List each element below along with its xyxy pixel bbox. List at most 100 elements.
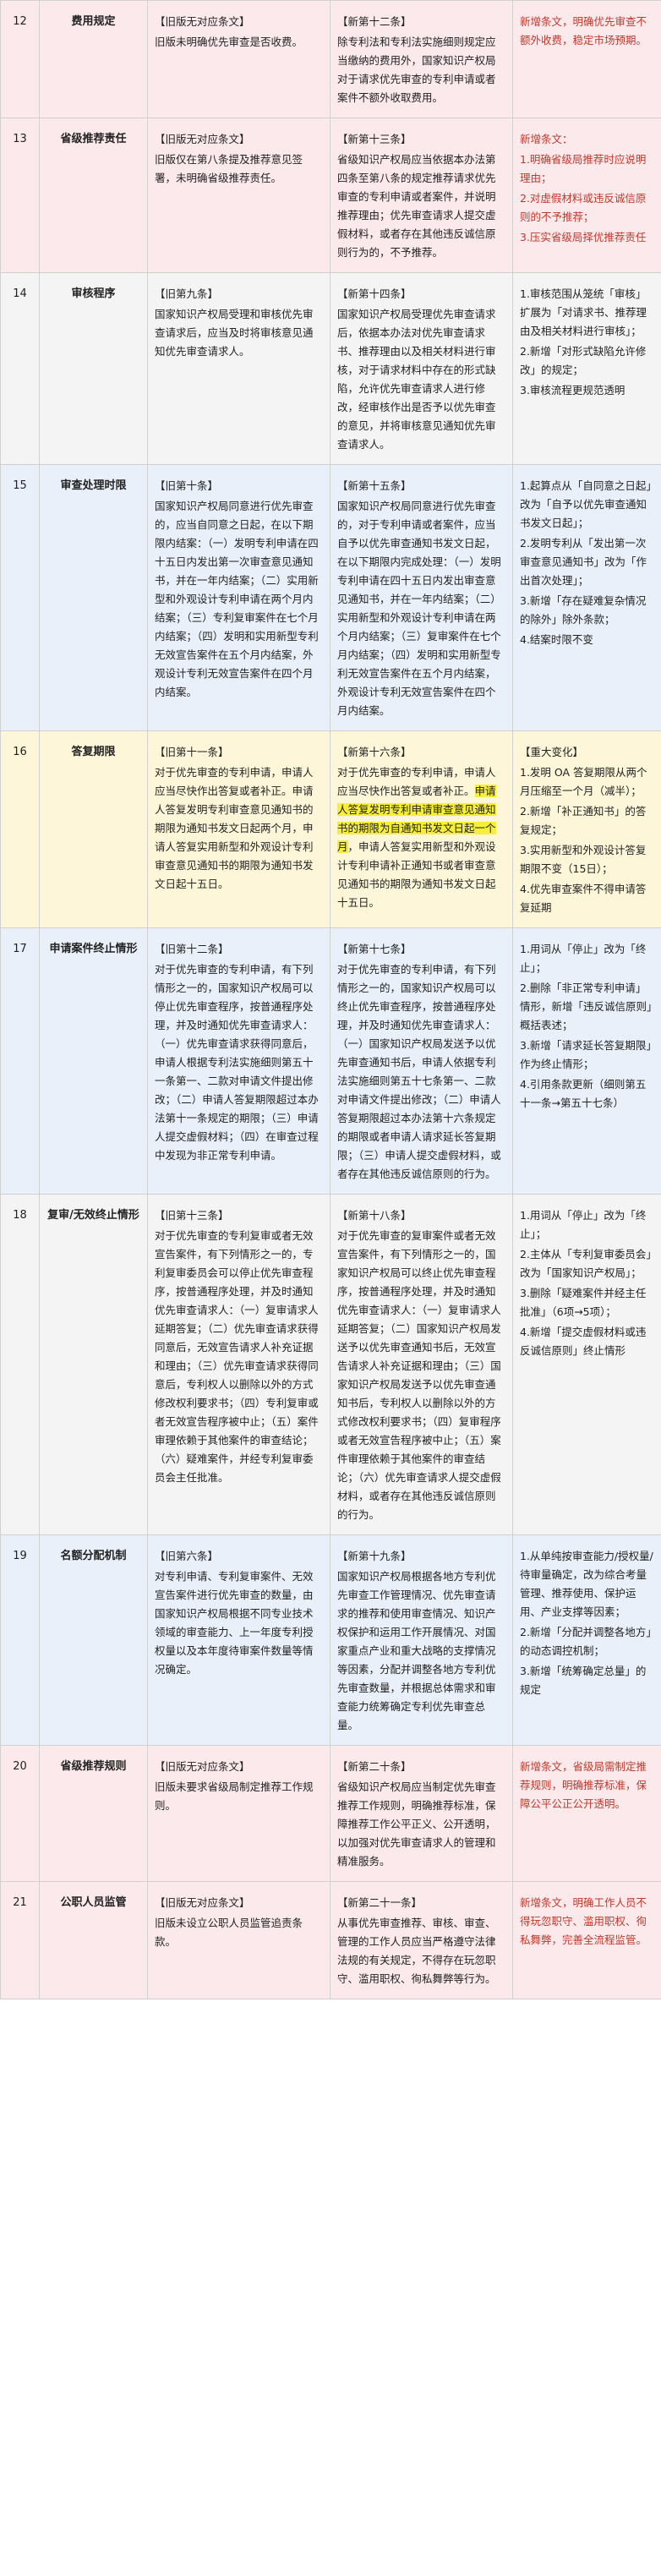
row-topic: 申请案件终止情形 <box>39 927 148 1195</box>
change-note: 1.从单纯按审查能力/授权量/待审量确定，改为综合考量管理、推荐使用、保护运用、… <box>512 1534 661 1746</box>
row-topic: 费用规定 <box>39 0 148 118</box>
change-note: 1.起算点从「自同意之日起」改为「自予以优先审查通知书发文日起」； 2.发明专利从… <box>512 464 661 731</box>
new-text: 【新第十四条】 <box>337 287 412 300</box>
new-text: 【新第十六条】 <box>337 746 412 758</box>
new-text: 对于优先审查的专利申请，申请人应当尽快作出答复或者补正。申请人答复发明专利申请审… <box>337 763 505 912</box>
row-topic: 公职人员监管 <box>39 1881 148 1999</box>
old-clause: 【旧第九条】 国家知识产权局受理和审核优先审查请求后，应当及时将审核意见通知优先审… <box>147 272 330 465</box>
new-text: 除专利法和专利法实施细则规定应当缴纳的费用外，国家知识产权局对于请求优先审查的专… <box>337 36 496 104</box>
note-text: 1.明确省级局推荐时应说明理由； <box>520 153 647 184</box>
note-text: 3.新增「存在疑难复杂情况的除外」除外条款； <box>520 594 647 626</box>
old-clause: 【旧第六条】 对专利申请、专利复审案件、无效宣告案件进行优先审查的数量，由国家知识… <box>147 1534 330 1746</box>
note-text: 3.实用新型和外观设计答复期限不变（15日）； <box>520 844 647 875</box>
new-text: 【新第十五条】 <box>337 479 412 492</box>
old-text: 对于优先审查的专利申请，申请人应当尽快作出答复或者补正。申请人答复发明专利审查意… <box>155 766 314 890</box>
new-text: 【新第二十条】 <box>337 1760 412 1773</box>
old-text: 国家知识产权局受理和审核优先审查请求后，应当及时将审核意见通知优先审查请求人。 <box>155 308 314 358</box>
new-clause: 【新第十四条】 国家知识产权局受理优先审查请求后，依据本办法对优先审查请求书、推荐… <box>330 272 513 465</box>
comparison-table: 12 费用规定 【旧版无对应条文】 旧版未明确优先审查是否收费。 【新第十二条】 除专利法… <box>0 0 661 1999</box>
change-note: 1.用词从「停止」改为「终止」； 2.删除「非正常专利申请」情形，新增「违反诚信原… <box>512 927 661 1195</box>
new-text: 【新第十三条】 <box>337 133 412 145</box>
old-clause: 【旧第十条】国家知识产权局同意进行优先审查的，应当自同意之日起，在以下期限内结案… <box>147 464 330 731</box>
note-text: 2.对虚假材料或违反诚信原则的不予推荐； <box>520 192 647 223</box>
note-text: 4.结案时限不变 <box>520 633 593 646</box>
change-note: 新增条文，明确工作人员不得玩忽职守、滥用职权、徇私舞弊，完善全流程监管。 <box>512 1881 661 1999</box>
note-text: 3.新增「统筹确定总量」的规定 <box>520 1665 647 1696</box>
note-text: 1.用词从「停止」改为「终止」； <box>520 1209 647 1240</box>
note-text: 新增条文，明确优先审查不额外收费，稳定市场预期。 <box>520 15 647 46</box>
note-text: 4.新增「提交虚假材料或违反诚信原则」终止情形 <box>520 1326 647 1357</box>
note-text: 2.新增「对形式缺陷允许修改」的规定； <box>520 345 647 376</box>
row-number: 13 <box>0 118 40 273</box>
old-clause: 【旧版无对应条文】 旧版未设立公职人员监管追责条款。 <box>147 1881 330 1999</box>
old-text: 旧版未明确优先审查是否收费。 <box>155 36 303 48</box>
table-row: 21 公职人员监管 【旧版无对应条文】 旧版未设立公职人员监管追责条款。 【新第二十一条… <box>0 1881 661 1999</box>
new-text: 对于优先审查的复审案件或者无效宣告案件，有下列情形之一的，国家知识产权局可以终止… <box>337 1229 501 1521</box>
row-topic: 复审/无效终止情形 <box>39 1194 148 1535</box>
change-note: 1.审核范围从笼统「审核」扩展为「对请求书、推荐理由及相关材料进行审核」； 2.新… <box>512 272 661 465</box>
new-text: 省级知识产权局应当制定优先审查推荐工作规则，明确推荐标准，保障推荐工作公平正义、… <box>337 1780 496 1868</box>
new-clause: 【新第十二条】除专利法和专利法实施细则规定应当缴纳的费用外，国家知识产权局对于请… <box>330 0 513 118</box>
note-text: 1.从单纯按审查能力/授权量/待审量确定，改为综合考量管理、推荐使用、保护运用、… <box>520 1550 653 1618</box>
old-text: 【旧第十一条】 <box>155 746 229 758</box>
note-text: 2.新增「分配并调整各地方」的动态调控机制； <box>520 1626 652 1657</box>
new-clause: 【新第二十条】省级知识产权局应当制定优先审查推荐工作规则，明确推荐标准，保障推荐… <box>330 1745 513 1882</box>
new-text: 【新第十九条】 <box>337 1550 412 1562</box>
new-text: 国家知识产权局同意进行优先审查的，对于专利申请或者案件，应当自予以优先审查通知书… <box>337 500 501 717</box>
old-clause: 【旧版无对应条文】旧版未明确优先审查是否收费。 <box>147 0 330 118</box>
note-text: 1.起算点从「自同意之日起」改为「自予以优先审查通知书发文日起」； <box>520 479 652 529</box>
new-clause: 【新第十八条】对于优先审查的复审案件或者无效宣告案件，有下列情形之一的，国家知识… <box>330 1194 513 1535</box>
change-note: 新增条文： 1.明确省级局推荐时应说明理由； 2.对虚假材料或违反诚信原则的不予推荐… <box>512 118 661 273</box>
new-clause: 【新第十三条】省级知识产权局应当依据本办法第四条至第八条的规定推荐请求优先审查的… <box>330 118 513 273</box>
old-text: 【旧版无对应条文】 <box>155 15 250 28</box>
table-row: 15 审查处理时限 【旧第十条】 国家知识产权局同意进行优先审查的，应当自同意之日起，… <box>0 464 661 731</box>
new-text: 【新第十八条】 <box>337 1209 412 1222</box>
note-text: 新增条文，省级局需制定推荐规则，明确推荐标准，保障公平公正公开透明。 <box>520 1760 647 1810</box>
row-number: 18 <box>0 1194 40 1535</box>
new-clause: 【新第十九条】国家知识产权局根据各地方专利优先审查工作管理情况、优先审查请求的推… <box>330 1534 513 1746</box>
row-topic: 省级推荐责任 <box>39 118 148 273</box>
table-row: 12 费用规定 【旧版无对应条文】 旧版未明确优先审查是否收费。 【新第十二条】 除专利法… <box>0 0 661 118</box>
note-text: 2.主体从「专利复审委员会」改为「国家知识产权局」； <box>520 1248 652 1279</box>
new-clause: 【新第二十一条】 从事优先审查推荐、审核、审查、管理的工作人员应当严格遵守法律法规… <box>330 1881 513 1999</box>
row-topic: 省级推荐规则 <box>39 1745 148 1882</box>
table-row: 13 省级推荐责任 【旧版无对应条文】 旧版仅在第八条提及推荐意见签署，未明确省级推荐… <box>0 118 661 273</box>
old-text: 对于优先审查的专利复审或者无效宣告案件，有下列情形之一的，专利复审委员会可以停止… <box>155 1229 319 1484</box>
note-text: 1.审核范围从笼统「审核」扩展为「对请求书、推荐理由及相关材料进行审核」； <box>520 287 647 337</box>
old-clause: 【旧版无对应条文】 旧版仅在第八条提及推荐意见签署，未明确省级推荐责任。 <box>147 118 330 273</box>
row-number: 16 <box>0 730 40 928</box>
old-clause: 【旧第十三条】 对于优先审查的专利复审或者无效宣告案件，有下列情形之一的，专利复审… <box>147 1194 330 1535</box>
new-clause: 【新第十七条】 对于优先审查的专利申请，有下列情形之一的，国家知识产权局可以终止优… <box>330 927 513 1195</box>
table-body: 12 费用规定 【旧版无对应条文】 旧版未明确优先审查是否收费。 【新第十二条】 除专利法… <box>0 0 661 1999</box>
table-row: 16 答复期限 【旧第十一条】 对于优先审查的专利申请，申请人应当尽快作出答复或者补正… <box>0 730 661 928</box>
note-text: 2.发明专利从「发出第一次审查意见通知书」改为「作出首次处理」； <box>520 537 647 587</box>
change-note: 【重大变化】 1.发明 OA 答复期限从两个月压缩至一个月（减半）； 2.新增「补正… <box>512 730 661 928</box>
row-number: 20 <box>0 1745 40 1882</box>
note-text: 1.发明 OA 答复期限从两个月压缩至一个月（减半）； <box>520 766 647 797</box>
row-number: 21 <box>0 1881 40 1999</box>
table-row: 18 复审/无效终止情形 【旧第十三条】 对于优先审查的专利复审或者无效宣告案件，有下… <box>0 1194 661 1535</box>
old-text: 【旧第十条】 <box>155 479 219 492</box>
row-topic: 审查处理时限 <box>39 464 148 731</box>
new-text: 国家知识产权局根据各地方专利优先审查工作管理情况、优先审查请求的推荐和使用审查情… <box>337 1570 496 1731</box>
row-topic: 名额分配机制 <box>39 1534 148 1746</box>
change-note: 新增条文，省级局需制定推荐规则，明确推荐标准，保障公平公正公开透明。 <box>512 1745 661 1882</box>
new-text: 【新第十二条】 <box>337 15 412 28</box>
old-text: 对于优先审查的专利申请，有下列情形之一的，国家知识产权局可以停止优先审查程序，按… <box>155 963 319 1162</box>
note-text: 3.审核流程更规范透明 <box>520 384 625 397</box>
change-note: 新增条文，明确优先审查不额外收费，稳定市场预期。 <box>512 0 661 118</box>
note-text: 2.新增「补正通知书」的答复规定； <box>520 805 647 836</box>
old-text: 【旧版无对应条文】 <box>155 133 250 145</box>
change-note: 1.用词从「停止」改为「终止」； 2.主体从「专利复审委员会」改为「国家知识产权局… <box>512 1194 661 1535</box>
row-number: 12 <box>0 0 40 118</box>
note-text: 2.删除「非正常专利申请」情形，新增「违反诚信原则」概括表述； <box>520 982 653 1031</box>
old-text: 【旧版无对应条文】 <box>155 1896 250 1909</box>
old-text: 国家知识产权局同意进行优先审查的，应当自同意之日起，在以下期限内结案：（一）发明… <box>155 500 319 698</box>
new-clause: 【新第十六条】对于优先审查的专利申请，申请人应当尽快作出答复或者补正。申请人答复… <box>330 730 513 928</box>
new-text: 省级知识产权局应当依据本办法第四条至第八条的规定推荐请求优先审查的专利申请或者案… <box>337 153 496 259</box>
note-text: 4.引用条款更新（细则第五十一条→第五十七条） <box>520 1078 647 1109</box>
row-number: 14 <box>0 272 40 465</box>
old-text: 【旧第十二条】 <box>155 943 229 955</box>
new-text: 从事优先审查推荐、审核、审查、管理的工作人员应当严格遵守法律法规的有关规定，不得… <box>337 1917 496 1985</box>
old-text: 【旧版无对应条文】 <box>155 1760 250 1773</box>
